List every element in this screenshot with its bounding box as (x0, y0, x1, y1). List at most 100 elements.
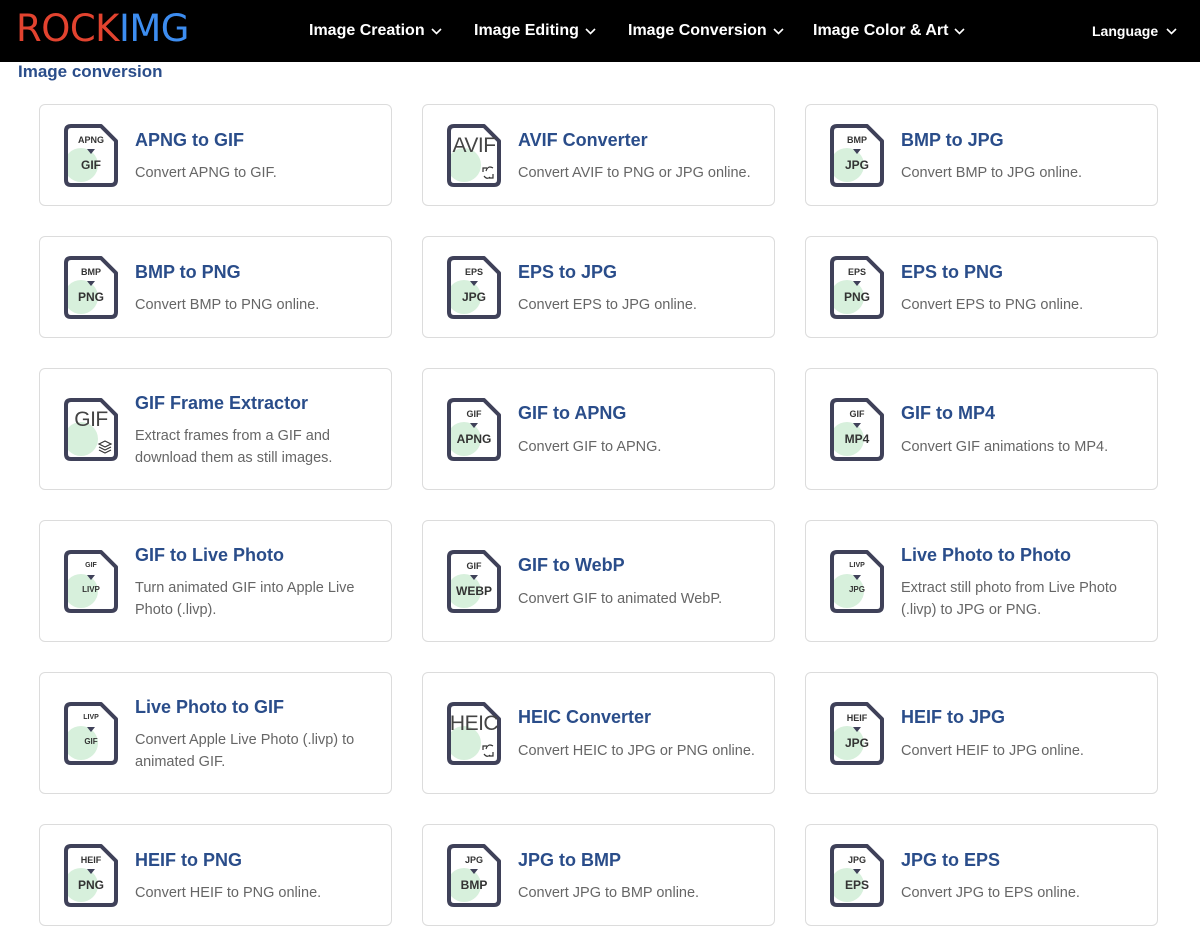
icon-source-format: BMP (847, 135, 867, 145)
tool-description: Convert APNG to GIF. (135, 165, 277, 181)
tool-card[interactable]: GIF GIF Frame Extractor Extract frames fro… (39, 368, 392, 490)
icon-target-format: PNG (77, 290, 104, 304)
tool-description: Turn animated GIF into Apple Live Photo … (135, 580, 355, 618)
tool-title[interactable]: Live Photo to GIF (135, 697, 284, 718)
tool-description: Convert EPS to JPG online. (518, 297, 697, 313)
file-conversion-icon: AVIF (446, 124, 502, 188)
icon-target-format: PNG (843, 290, 870, 304)
tool-card[interactable]: HEIF JPG HEIF to JPG Convert HEIF to JPG on… (805, 672, 1158, 794)
tool-title[interactable]: JPG to EPS (901, 850, 1000, 871)
nav-image-editing[interactable]: Image Editing (474, 0, 596, 62)
icon-target-format: WEBP (456, 584, 492, 598)
tool-title[interactable]: EPS to PNG (901, 262, 1003, 283)
tool-card[interactable]: EPS PNG EPS to PNG Convert EPS to PNG onlin… (805, 236, 1158, 338)
tool-description: Convert GIF animations to MP4. (901, 439, 1109, 455)
tool-title[interactable]: HEIC Converter (518, 707, 651, 728)
nav-image-creation[interactable]: Image Creation (309, 0, 442, 62)
file-conversion-icon: GIF MP4 (829, 398, 885, 462)
tool-description: Convert GIF to animated WebP. (518, 591, 723, 607)
tool-card[interactable]: GIF LIVP GIF to Live Photo Turn animated GI… (39, 520, 392, 642)
logo-rock-text: ROCK (16, 7, 119, 50)
file-conversion-icon: HEIF PNG (63, 844, 119, 908)
file-conversion-icon: LIVP GIF (63, 702, 119, 766)
icon-target-format: BMP (460, 878, 488, 892)
chevron-down-icon (954, 27, 965, 35)
section-title: Image conversion (18, 62, 163, 81)
tool-title[interactable]: GIF to APNG (518, 403, 626, 424)
icon-target-format: MP4 (844, 432, 870, 446)
tool-card[interactable]: GIF APNG GIF to APNG Convert GIF to APNG. (422, 368, 775, 490)
chevron-down-icon (773, 27, 784, 35)
icon-source-format: LIVP (83, 714, 99, 721)
icon-target-format: PNG (77, 878, 104, 892)
icon-target-format: LIVP (82, 585, 100, 594)
file-conversion-icon: HEIF JPG (829, 702, 885, 766)
tool-description: Convert JPG to EPS online. (901, 885, 1080, 901)
file-conversion-icon: GIF LIVP (63, 550, 119, 614)
tool-title[interactable]: GIF Frame Extractor (135, 393, 308, 414)
logo-img-text: IMG (118, 7, 190, 50)
file-conversion-icon: JPG EPS (829, 844, 885, 908)
nav-label: Image Color & Art (813, 22, 949, 39)
tool-description: Convert JPG to BMP online. (518, 885, 700, 901)
tool-title[interactable]: AVIF Converter (518, 130, 648, 151)
tool-description: Extract frames from a GIF and download t… (135, 428, 333, 466)
language-selector[interactable]: Language (1092, 0, 1177, 62)
icon-source-format: HEIF (846, 713, 868, 723)
tool-card[interactable]: HEIC HEIC Converter Convert HEIC to JPG or… (422, 672, 775, 794)
tool-title[interactable]: BMP to JPG (901, 130, 1004, 151)
tool-description: Convert Apple Live Photo (.livp) to anim… (135, 732, 355, 770)
site-logo[interactable]: ROCKIMG (16, 7, 189, 51)
file-conversion-icon: BMP PNG (63, 256, 119, 320)
tool-description: Convert HEIF to JPG online. (901, 743, 1084, 759)
tool-card[interactable]: APNG GIF APNG to GIF Convert APNG to GIF. (39, 104, 392, 206)
tool-title[interactable]: GIF to Live Photo (135, 545, 284, 566)
tool-title[interactable]: JPG to BMP (518, 850, 621, 871)
file-conversion-icon: EPS JPG (446, 256, 502, 320)
tool-description: Convert HEIC to JPG or PNG online. (518, 743, 755, 759)
file-conversion-icon: LIVP JPG (829, 550, 885, 614)
tool-card[interactable]: JPG BMP JPG to BMP Convert JPG to BMP onlin… (422, 824, 775, 926)
tool-card[interactable]: BMP JPG BMP to JPG Convert BMP to JPG onlin… (805, 104, 1158, 206)
file-conversion-icon: BMP JPG (829, 124, 885, 188)
nav-image-color-art[interactable]: Image Color & Art (813, 0, 965, 62)
icon-source-format: LIVP (849, 562, 865, 569)
tool-title[interactable]: BMP to PNG (135, 262, 241, 283)
tool-card[interactable]: HEIF PNG HEIF to PNG Convert HEIF to PNG on… (39, 824, 392, 926)
nav-label: Image Editing (474, 22, 579, 39)
chevron-down-icon (585, 27, 596, 35)
tool-card[interactable]: GIF MP4 GIF to MP4 Convert GIF animations t… (805, 368, 1158, 490)
tool-description: Convert AVIF to PNG or JPG online. (518, 165, 751, 181)
tool-card[interactable]: GIF WEBP GIF to WebP Convert GIF to animate… (422, 520, 775, 642)
nav-label: Image Conversion (628, 22, 767, 39)
nav-image-conversion[interactable]: Image Conversion (628, 0, 784, 62)
tool-title[interactable]: APNG to GIF (135, 130, 244, 151)
icon-format-label: HEIC (449, 712, 499, 735)
icon-target-format: GIF (84, 737, 98, 746)
tool-title[interactable]: GIF to MP4 (901, 403, 995, 424)
tool-title[interactable]: GIF to WebP (518, 555, 625, 576)
file-conversion-icon: GIF WEBP (446, 550, 502, 614)
tool-card[interactable]: BMP PNG BMP to PNG Convert BMP to PNG onlin… (39, 236, 392, 338)
tool-card[interactable]: LIVP GIF Live Photo to GIF Convert Apple Li… (39, 672, 392, 794)
icon-source-format: GIF (466, 409, 482, 419)
file-conversion-icon: GIF (63, 398, 119, 462)
top-navigation-bar: ROCKIMG Image Creation Image Editing Ima… (0, 0, 1200, 62)
tool-title[interactable]: Live Photo to Photo (901, 545, 1071, 566)
tool-description: Convert GIF to APNG. (518, 439, 662, 455)
icon-target-format: EPS (844, 878, 869, 892)
icon-target-format: GIF (81, 158, 101, 172)
icon-target-format: JPG (844, 736, 869, 750)
nav-label: Image Creation (309, 22, 425, 39)
tool-card[interactable]: EPS JPG EPS to JPG Convert EPS to JPG onlin… (422, 236, 775, 338)
icon-source-format: GIF (85, 562, 97, 569)
icon-format-label: GIF (74, 408, 108, 431)
file-conversion-icon: GIF APNG (446, 398, 502, 462)
tool-title[interactable]: HEIF to JPG (901, 707, 1005, 728)
icon-source-format: EPS (464, 267, 483, 277)
tool-card[interactable]: JPG EPS JPG to EPS Convert JPG to EPS onlin… (805, 824, 1158, 926)
tool-title[interactable]: EPS to JPG (518, 262, 617, 283)
tool-card[interactable]: AVIF AVIF Converter Convert AVIF to PNG or… (422, 104, 775, 206)
tool-card[interactable]: LIVP JPG Live Photo to Photo Extract still … (805, 520, 1158, 642)
tool-title[interactable]: HEIF to PNG (135, 850, 242, 871)
